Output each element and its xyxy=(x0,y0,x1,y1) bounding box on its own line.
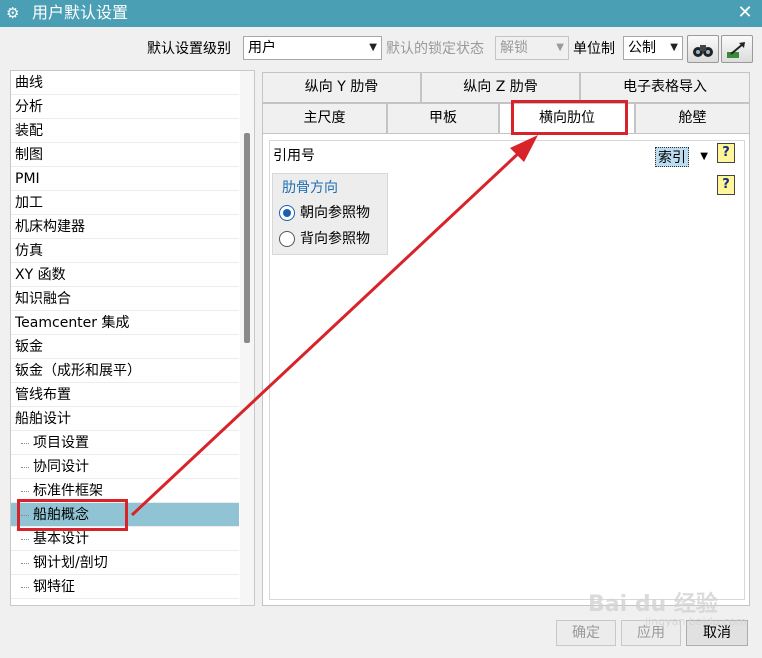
tab-main-dimensions[interactable]: 主尺度 xyxy=(262,103,387,134)
help-icon[interactable]: ? xyxy=(717,175,735,195)
tree-item[interactable]: 加工 xyxy=(11,191,239,215)
chevron-down-icon: ▼ xyxy=(556,42,564,53)
tree-child-item[interactable]: 钢特征 xyxy=(11,575,239,599)
tree-item[interactable]: 知识融合 xyxy=(11,287,239,311)
tree-item[interactable]: 曲线 xyxy=(11,71,239,95)
help-icon[interactable]: ? xyxy=(717,143,735,163)
radio-checked-icon xyxy=(279,205,295,221)
lock-status-value: 解锁 xyxy=(500,40,528,56)
close-button[interactable]: ✕ xyxy=(736,3,754,23)
tree-item[interactable]: 装配 xyxy=(11,119,239,143)
export-button[interactable] xyxy=(721,35,753,63)
tab-longitudinal-y-frame[interactable]: 纵向 Y 肋骨 xyxy=(262,72,421,103)
tree-item[interactable]: XY 函数 xyxy=(11,263,239,287)
tree-item[interactable]: PMI xyxy=(11,167,239,191)
defaults-level-select[interactable]: 用户 ▼ xyxy=(243,36,382,60)
chevron-down-icon: ▼ xyxy=(369,42,377,53)
gear-icon: ⚙ xyxy=(6,4,20,22)
tab-bulkhead[interactable]: 舱壁 xyxy=(635,103,750,134)
highlight-box-tab xyxy=(511,100,628,135)
radio-label: 朝向参照物 xyxy=(300,205,370,221)
window-title: 用户默认设置 xyxy=(32,3,129,22)
highlight-box-tree-item xyxy=(17,499,128,531)
unit-system-label: 单位制 xyxy=(573,41,615,57)
tree-item[interactable]: 制图 xyxy=(11,143,239,167)
tree-item[interactable]: 钣金 xyxy=(11,335,239,359)
lock-status-label: 默认的锁定状态 xyxy=(386,41,484,57)
tree-item[interactable]: 钣金（成形和展平） xyxy=(11,359,239,383)
export-icon xyxy=(727,42,745,58)
rib-direction-group: 肋骨方向 朝向参照物 背向参照物 xyxy=(272,173,388,255)
reference-number-select[interactable]: 索引 ▼ xyxy=(652,145,710,169)
unit-system-select[interactable]: 公制 ▼ xyxy=(623,36,683,60)
tree-child-item[interactable]: 协同设计 xyxy=(11,455,239,479)
radio-label: 背向参照物 xyxy=(300,231,370,247)
tree-item[interactable]: 船舶设计 xyxy=(11,407,239,431)
find-button[interactable] xyxy=(687,35,719,63)
tab-spreadsheet-import[interactable]: 电子表格导入 xyxy=(580,72,750,103)
title-bar: ⚙ 用户默认设置 ✕ xyxy=(0,0,762,27)
unit-system-value: 公制 xyxy=(628,40,656,56)
reference-number-value: 索引 xyxy=(655,147,689,167)
tab-deck[interactable]: 甲板 xyxy=(387,103,499,134)
binoculars-icon xyxy=(693,45,713,57)
tree-item[interactable]: 分析 xyxy=(11,95,239,119)
tab-longitudinal-z-frame[interactable]: 纵向 Z 肋骨 xyxy=(421,72,580,103)
chevron-down-icon: ▼ xyxy=(670,42,678,53)
radio-unchecked-icon xyxy=(279,231,295,247)
defaults-level-label: 默认设置级别 xyxy=(147,41,231,57)
tree-item[interactable]: 机床构建器 xyxy=(11,215,239,239)
tree-item[interactable]: 管线布置 xyxy=(11,383,239,407)
chevron-down-icon: ▼ xyxy=(700,151,708,162)
tree-item[interactable]: 仿真 xyxy=(11,239,239,263)
tree-child-item[interactable]: 钢计划/剖切 xyxy=(11,551,239,575)
reference-number-label: 引用号 xyxy=(273,148,315,164)
tree-scrollbar[interactable] xyxy=(240,71,254,605)
lock-status-select: 解锁 ▼ xyxy=(495,36,569,60)
user-defaults-dialog: ⚙ 用户默认设置 ✕ 默认设置级别 用户 ▼ 默认的锁定状态 解锁 ▼ 单位制 … xyxy=(0,0,762,658)
tree-item[interactable]: Teamcenter 集成 xyxy=(11,311,239,335)
rib-direction-title: 肋骨方向 xyxy=(282,180,338,196)
baidu-watermark-url: jingyan.baidu.com xyxy=(645,615,747,628)
ok-button[interactable]: 确定 xyxy=(556,620,616,646)
defaults-level-value: 用户 xyxy=(248,40,276,56)
scroll-thumb[interactable] xyxy=(244,133,250,343)
tree-child-item[interactable]: 项目设置 xyxy=(11,431,239,455)
